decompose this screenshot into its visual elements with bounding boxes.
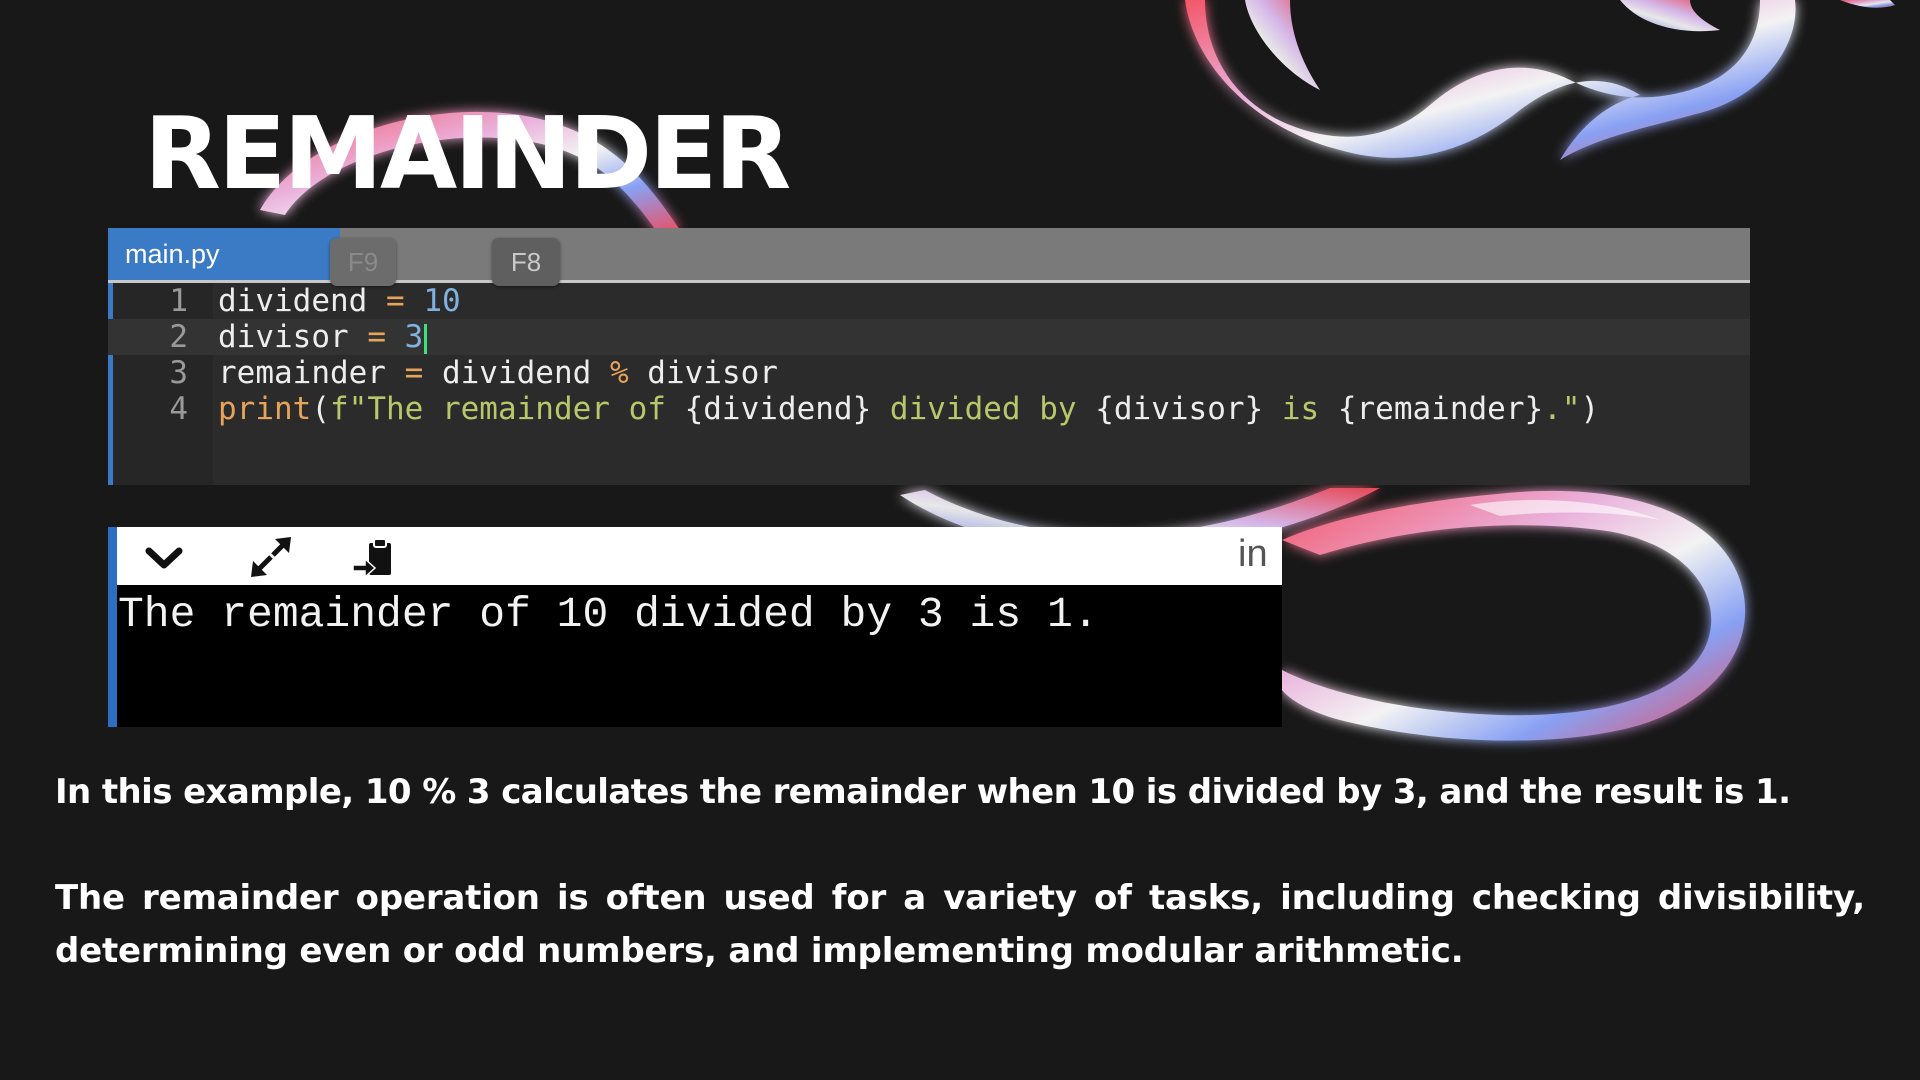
line-code: print(f"The remainder of {dividend} divi… <box>218 391 1599 427</box>
code-line[interactable]: 2 divisor = 3 <box>108 319 1750 355</box>
code-token: ( <box>311 391 330 427</box>
code-token: divisor <box>647 355 778 391</box>
line-number: 3 <box>169 355 188 391</box>
f9-key-hint: F9 <box>330 238 396 286</box>
clipboard-icon[interactable] <box>349 533 399 583</box>
line-code: dividend = 10 <box>218 283 461 319</box>
line-number: 1 <box>169 283 188 319</box>
code-token: print <box>218 391 312 427</box>
code-token: = <box>348 319 405 355</box>
tab-main-py[interactable]: main.py <box>108 228 340 280</box>
code-token: 10 <box>423 283 461 319</box>
code-token: = <box>385 355 442 391</box>
code-token: ) <box>1580 391 1600 427</box>
code-token: is <box>1263 391 1338 427</box>
expand-arrows-icon[interactable] <box>245 533 295 583</box>
console-partial-label: in <box>1238 533 1268 575</box>
chevron-down-icon[interactable] <box>139 533 189 583</box>
code-token: dividend <box>218 283 368 319</box>
line-code: remainder = dividend % divisor <box>218 355 778 391</box>
swirl-top-right <box>1185 0 1796 160</box>
code-line[interactable]: 1 dividend = 10 <box>108 283 1750 319</box>
editor-body[interactable]: 1 dividend = 10 2 divisor = 3 3 remainder = d… <box>108 283 1750 485</box>
usage-paragraph: The remainder operation is often used fo… <box>55 878 1865 971</box>
code-token: f"The remainder of <box>330 391 685 427</box>
line-number: 2 <box>169 319 188 355</box>
explanation-paragraph: In this example, 10 % 3 calculates the r… <box>55 772 1791 812</box>
code-line[interactable]: 3 remainder = dividend % divisor <box>108 355 1750 391</box>
code-token: remainder <box>218 355 386 391</box>
code-token: 3 <box>404 319 424 355</box>
swirl-right-loop <box>1282 490 1746 741</box>
editor-tab-bar: main.py F9 F8 <box>108 228 1750 286</box>
f8-key-hint: F8 <box>492 238 560 286</box>
code-token: {divisor} <box>1095 391 1264 427</box>
text-cursor <box>424 323 428 354</box>
console-output-text: The remainder of 10 divided by 3 is 1. <box>118 590 1099 639</box>
code-editor[interactable]: main.py F9 F8 1 dividend = 10 2 divisor = 3… <box>108 228 1750 485</box>
code-line[interactable]: 4 print(f"The remainder of {dividend} div… <box>108 391 1750 427</box>
output-console[interactable]: in The remainder of 10 divided by 3 is 1… <box>108 527 1282 727</box>
code-token: divisor <box>218 319 349 355</box>
code-token: = <box>367 283 424 319</box>
code-token: {dividend} <box>684 391 872 427</box>
line-number: 4 <box>169 391 188 427</box>
code-token: dividend <box>441 355 592 391</box>
code-token: divided by <box>871 391 1096 427</box>
code-token: {remainder} <box>1337 391 1544 427</box>
code-token: % <box>591 355 648 391</box>
line-code: divisor = 3 <box>218 319 428 355</box>
console-active-stripe <box>108 527 117 727</box>
slide-title: REMAINDER <box>144 95 791 212</box>
console-toolbar: in <box>117 527 1282 585</box>
code-token: ." <box>1543 391 1581 427</box>
